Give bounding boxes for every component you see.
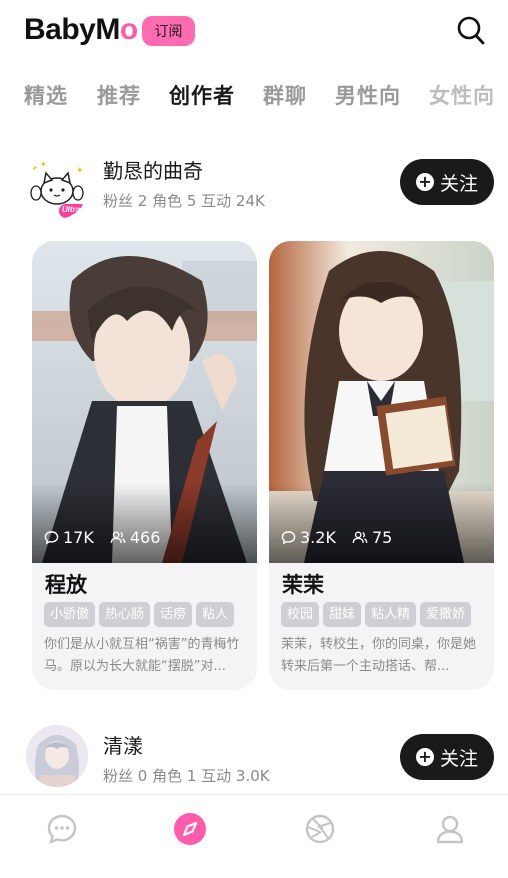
creator-row: ✦ ✦ ✦ Ultra 勤恳的曲奇 粉丝 2 角色 5 互动 24K + 关注: [0, 150, 508, 230]
character-name: 茉茉: [282, 573, 324, 597]
category-tabs: 精选 推荐 创作者 群聊 男性向 女性向: [0, 80, 508, 114]
creator-avatar[interactable]: ✦ ✦ ✦ Ultra: [26, 157, 88, 219]
creator-stats: 粉丝 2 角色 5 互动 24K: [103, 192, 265, 210]
nav-profile[interactable]: [432, 811, 468, 847]
nav-discover[interactable]: [172, 811, 208, 847]
tab-female-oriented[interactable]: 女性向: [429, 80, 495, 110]
svg-text:✦: ✦: [76, 166, 84, 176]
follow-label: 关注: [439, 747, 478, 770]
tab-featured[interactable]: 精选: [24, 80, 68, 110]
bottom-navigation: [0, 794, 508, 878]
character-description: 你们是从小就互相“祸害”的青梅竹马。原以为长大就能“摆脱”对...: [44, 637, 240, 674]
app-logo: BabyMo: [24, 13, 138, 46]
tab-recommended[interactable]: 推荐: [97, 80, 141, 110]
creator-row: 清漾 粉丝 0 角色 1 互动 3.0K + 关注: [0, 725, 508, 805]
plus-icon: +: [415, 173, 434, 191]
card-stats: 3.2K 75: [281, 528, 392, 547]
tag[interactable]: 粘人精: [365, 602, 417, 627]
card-stats: 17K 466: [44, 528, 160, 547]
character-card[interactable]: 3.2K 75 茉茉 校园 甜妹 粘人精 爱撒娇 茉茉，转校生，你的同桌，你是她转来后…: [269, 241, 494, 690]
tag-list: 校园 甜妹 粘人精 爱撒娇: [281, 602, 494, 628]
follow-button[interactable]: + 关注: [400, 734, 494, 780]
users-icon: [110, 531, 126, 543]
tag[interactable]: 校园: [281, 602, 320, 627]
svg-text:✦: ✦: [30, 163, 38, 174]
character-portrait: [32, 241, 257, 563]
comment-count: 3.2K: [300, 528, 336, 547]
character-description: 茉茉，转校生，你的同桌，你是她转来后第一个主动搭话、帮...: [281, 637, 477, 674]
character-portrait: [269, 241, 494, 563]
avatar-portrait: [26, 725, 88, 787]
creator-stats: 粉丝 0 角色 1 互动 3.0K: [103, 767, 270, 785]
follow-label: 关注: [439, 172, 478, 195]
nav-chat[interactable]: [44, 811, 80, 847]
nav-explore[interactable]: [302, 811, 338, 847]
user-count: 466: [129, 528, 161, 547]
tab-male-oriented[interactable]: 男性向: [335, 80, 401, 110]
tab-creators[interactable]: 创作者: [169, 80, 235, 110]
comment-icon: [44, 531, 59, 545]
tag[interactable]: 热心肠: [99, 602, 151, 627]
follow-button[interactable]: + 关注: [400, 159, 494, 205]
tag[interactable]: 小骄傲: [44, 602, 96, 627]
svg-text:✦: ✦: [40, 160, 47, 169]
tag-list: 小骄傲 热心肠 话痨 粘人: [44, 602, 257, 628]
profile-icon: [436, 815, 464, 844]
chat-bubble-icon: [47, 814, 77, 845]
ultra-badge: Ultra: [62, 205, 81, 214]
creator-name[interactable]: 勤恳的曲奇: [103, 155, 203, 184]
character-card[interactable]: 17K 466 程放 小骄傲 热心肠 话痨 粘人 你们是从小就互相“祸害”的青梅竹马。…: [32, 241, 257, 690]
creator-name[interactable]: 清漾: [103, 730, 143, 759]
plus-icon: +: [415, 748, 434, 766]
user-count: 75: [371, 528, 393, 547]
comment-count: 17K: [63, 528, 94, 547]
tab-group-chat[interactable]: 群聊: [263, 80, 307, 110]
search-icon: [457, 16, 485, 45]
tag[interactable]: 话痨: [154, 602, 193, 627]
character-name: 程放: [45, 573, 87, 597]
creator-avatar[interactable]: [26, 725, 88, 787]
subscribe-button[interactable]: 订阅: [142, 16, 195, 46]
tag[interactable]: 甜妹: [323, 602, 362, 627]
comment-icon: [281, 531, 296, 545]
tag[interactable]: 粘人: [196, 602, 235, 627]
app-header: BabyMo 订阅: [0, 0, 508, 70]
users-icon: [352, 531, 368, 543]
aperture-icon: [305, 814, 335, 844]
compass-icon: [174, 813, 206, 845]
search-button[interactable]: [456, 15, 486, 47]
tag[interactable]: 爱撒娇: [420, 602, 472, 627]
